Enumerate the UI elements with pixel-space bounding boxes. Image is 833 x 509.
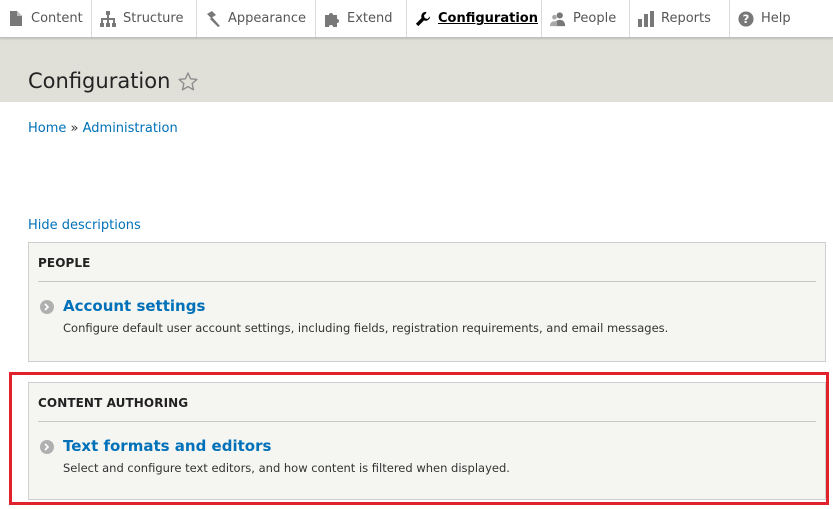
panel-content-authoring: CONTENT AUTHORING Text formats and edito…	[28, 382, 826, 500]
account-settings-link[interactable]: Account settings	[63, 297, 205, 315]
star-icon[interactable]	[178, 71, 198, 91]
toolbar-item-people[interactable]: People	[542, 0, 630, 37]
hide-descriptions-link[interactable]: Hide descriptions	[28, 218, 141, 233]
toolbar-item-structure[interactable]: Structure	[92, 0, 197, 37]
breadcrumb-separator: »	[66, 121, 83, 136]
help-icon: ?	[738, 10, 754, 27]
toolbar-item-appearance[interactable]: Appearance	[197, 0, 316, 37]
chevron-right-icon	[40, 440, 54, 454]
toolbar-label: People	[573, 11, 617, 26]
panel-title: CONTENT AUTHORING	[38, 396, 189, 410]
toolbar-label: Content	[31, 11, 83, 26]
toolbar-item-extend[interactable]: Extend	[316, 0, 407, 37]
toolbar-label: Appearance	[228, 11, 307, 26]
puzzle-icon	[324, 11, 340, 27]
admin-toolbar: Content Structure Appearance Extend Conf…	[0, 0, 833, 38]
page-title: Configuration	[28, 69, 198, 93]
wrench-icon	[415, 11, 431, 27]
entry-description: Configure default user account settings,…	[63, 321, 669, 335]
chevron-right-icon	[40, 300, 54, 314]
toolbar-label: Reports	[661, 11, 711, 26]
breadcrumb-home-link[interactable]: Home	[28, 121, 66, 136]
toolbar-label: Configuration	[438, 11, 538, 26]
people-icon	[550, 11, 566, 27]
breadcrumb: Home » Administration	[28, 121, 178, 136]
bar-chart-icon	[638, 10, 654, 27]
toolbar-item-configuration[interactable]: Configuration	[407, 0, 542, 37]
panel-people: PEOPLE Account settings Configure defaul…	[28, 242, 826, 362]
toolbar-label: Extend	[347, 11, 393, 26]
paint-tool-icon	[205, 10, 221, 27]
toolbar-item-help[interactable]: ? Help	[730, 0, 833, 37]
svg-text:?: ?	[743, 12, 750, 26]
divider	[38, 281, 816, 282]
toolbar-label: Structure	[123, 11, 184, 26]
breadcrumb-administration-link[interactable]: Administration	[83, 121, 178, 136]
file-icon	[8, 11, 24, 27]
divider	[38, 421, 816, 422]
panel-title: PEOPLE	[38, 256, 91, 270]
text-formats-editors-link[interactable]: Text formats and editors	[63, 437, 271, 455]
toolbar-label: Help	[761, 11, 791, 26]
page-title-text: Configuration	[28, 69, 171, 93]
toolbar-item-reports[interactable]: Reports	[630, 0, 730, 37]
entry-description: Select and configure text editors, and h…	[63, 461, 510, 475]
sitemap-icon	[100, 10, 116, 27]
toolbar-item-content[interactable]: Content	[0, 0, 92, 37]
